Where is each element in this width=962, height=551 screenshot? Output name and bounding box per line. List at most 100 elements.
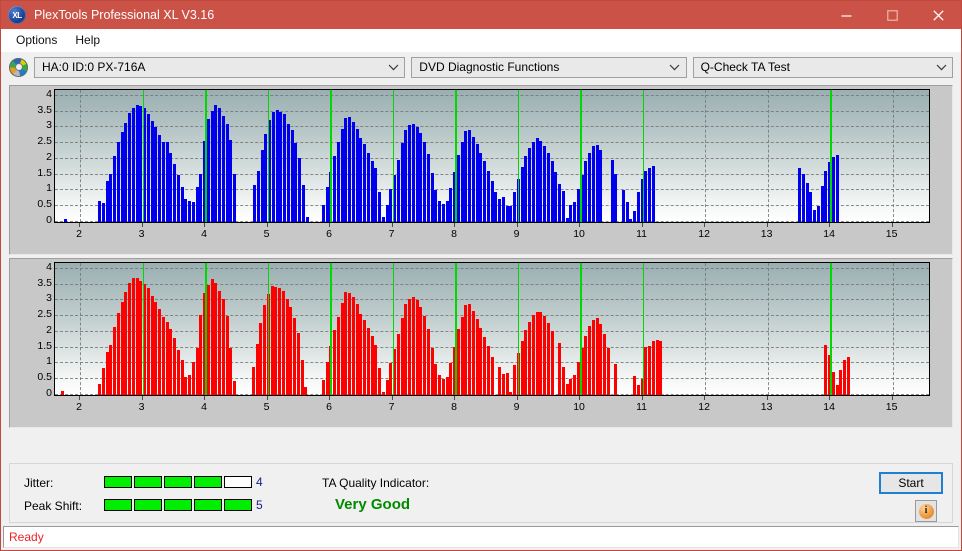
chart-bar	[573, 202, 577, 222]
chart-bar	[169, 152, 173, 222]
x-tick	[79, 223, 80, 227]
jitter-y-axis: 0 0.5 1 1.5 2 2.5 3 3.5 4	[10, 86, 52, 226]
peak-shift-plot-area	[54, 262, 930, 396]
test-select[interactable]: Q-Check TA Test	[692, 56, 953, 78]
maximize-button[interactable]	[869, 1, 915, 29]
chart-bar	[363, 319, 367, 395]
chart-bar	[621, 189, 625, 222]
chart-bar	[805, 182, 809, 222]
chart-bar	[595, 317, 599, 395]
chart-bar	[835, 155, 839, 222]
x-tick	[579, 223, 581, 227]
function-select[interactable]: DVD Diagnostic Functions	[411, 56, 687, 78]
chart-bar	[550, 161, 554, 222]
drive-select[interactable]: HA:0 ID:0 PX-716A	[34, 56, 406, 78]
chart-bar	[120, 132, 124, 222]
meter-segment	[194, 476, 222, 488]
x-tick	[79, 396, 80, 400]
x-tick-label: 6	[326, 401, 332, 413]
chart-bar	[659, 340, 663, 395]
chart-bar	[486, 346, 490, 395]
chart-bar	[113, 155, 116, 222]
chart-marker-line	[205, 90, 207, 222]
chart-bar	[460, 316, 464, 395]
chart-bar	[595, 144, 599, 222]
gridline-horizontal	[55, 315, 929, 317]
chart-bar	[651, 165, 655, 222]
chart-bar	[471, 136, 475, 222]
chart-bar	[109, 174, 113, 222]
chart-bar	[218, 107, 222, 222]
menu-item-help[interactable]: Help	[66, 31, 109, 49]
chart-bar	[498, 199, 502, 222]
info-button[interactable]: i	[915, 500, 937, 522]
chart-bar	[498, 367, 502, 395]
x-tick	[141, 396, 143, 400]
gridline-horizontal	[55, 126, 929, 128]
gridline-horizontal	[55, 283, 929, 285]
y-tick-label: 3	[46, 292, 52, 305]
chart-bar	[233, 380, 237, 395]
chart-bar	[355, 128, 359, 222]
chart-bar	[173, 338, 177, 395]
chart-bar	[614, 364, 618, 395]
chart-bar	[404, 129, 408, 222]
chart-marker-line	[392, 263, 395, 395]
close-button[interactable]	[915, 1, 961, 29]
chart-bar	[456, 155, 460, 222]
x-tick	[266, 396, 268, 400]
chart-bar	[648, 167, 652, 222]
x-tick	[204, 396, 206, 400]
chart-bar	[124, 122, 128, 222]
x-tick-label: 11	[636, 401, 648, 413]
chart-bar	[256, 170, 260, 222]
chart-bar	[105, 180, 109, 222]
gridline-horizontal	[55, 330, 929, 332]
chart-bar	[441, 378, 445, 395]
gridline-horizontal	[55, 157, 929, 159]
chart-bar	[195, 348, 199, 395]
chart-bar	[524, 330, 528, 395]
chart-bar	[513, 192, 517, 222]
chart-bar	[479, 153, 483, 222]
chart-bar	[195, 187, 199, 222]
chart-bar	[116, 141, 120, 222]
chart-bar	[283, 114, 287, 222]
chart-bar	[644, 347, 648, 395]
chart-bar	[101, 368, 105, 395]
chart-bar	[520, 166, 524, 222]
chart-marker-line	[642, 263, 645, 395]
function-select-value: DVD Diagnostic Functions	[419, 60, 560, 74]
chart-bar	[636, 192, 640, 222]
y-tick-label: 1.5	[37, 339, 52, 352]
chart-bar	[546, 323, 550, 395]
chart-bar	[150, 295, 154, 395]
chart-bar	[610, 160, 614, 222]
chart-bar	[625, 202, 629, 222]
chart-bar	[831, 372, 835, 395]
x-tick-label: 5	[263, 228, 270, 240]
chart-bar	[270, 286, 274, 395]
chart-bar	[359, 313, 363, 395]
chart-bar	[449, 187, 453, 222]
gridline-vertical	[892, 263, 894, 395]
minimize-button[interactable]	[823, 1, 869, 29]
x-tick	[641, 396, 643, 400]
meter-segment	[104, 499, 132, 511]
chart-bar	[188, 375, 192, 395]
start-button[interactable]: Start	[879, 472, 943, 494]
x-tick	[266, 223, 268, 227]
chart-bar	[333, 155, 337, 222]
menu-item-options[interactable]: Options	[7, 31, 66, 49]
chart-bar	[445, 376, 449, 395]
chart-bar	[229, 139, 233, 222]
chart-bar	[385, 379, 389, 395]
x-tick-label: 7	[388, 401, 395, 413]
chart-bar	[120, 301, 124, 395]
peak-shift-y-axis: 0 0.5 1 1.5 2 2.5 3 3.5 4	[10, 259, 52, 399]
x-tick-label: 15	[885, 228, 898, 240]
meter-segment	[164, 476, 192, 488]
chart-bar	[64, 219, 68, 222]
gridline-horizontal	[55, 299, 929, 301]
chart-bar	[460, 142, 464, 222]
